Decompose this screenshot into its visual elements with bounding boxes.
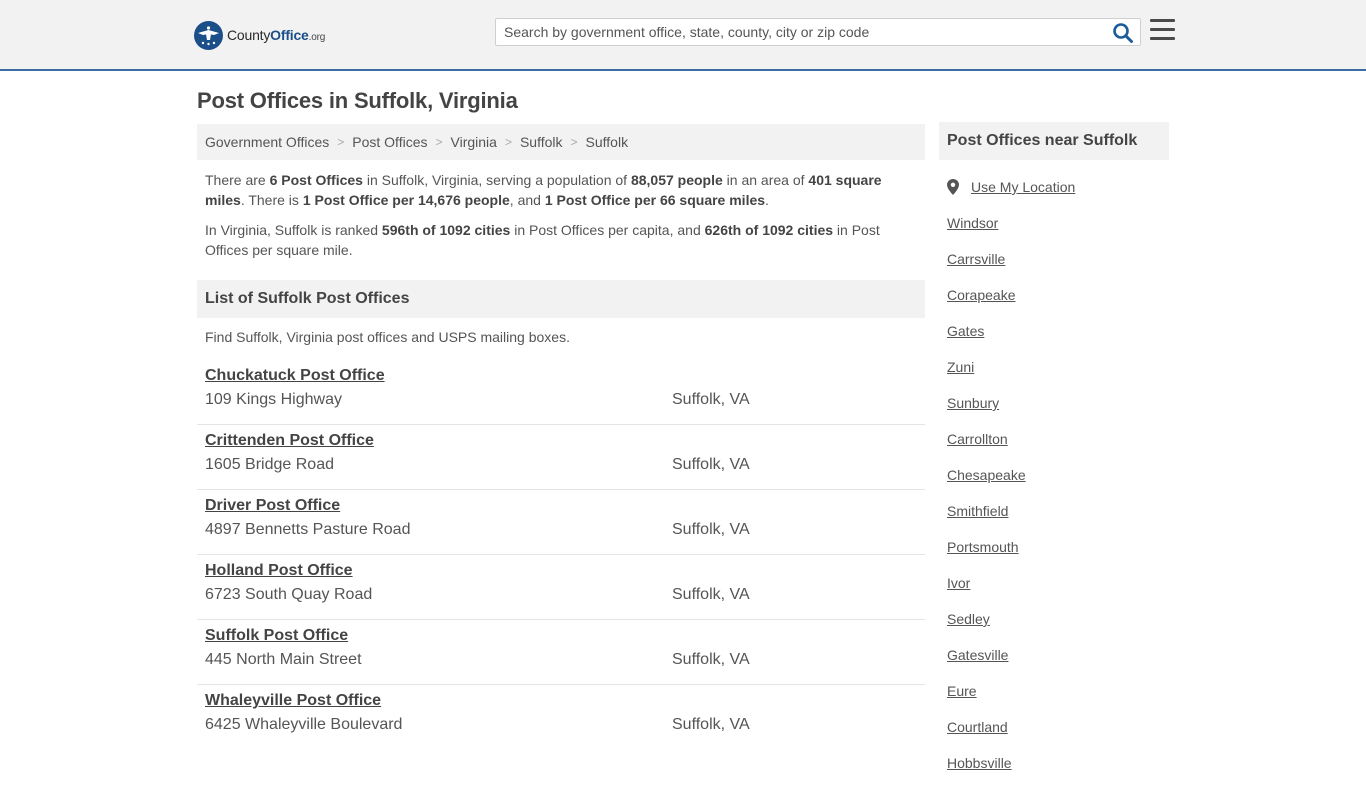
nearby-place-link[interactable]: Hobbsville bbox=[947, 749, 1167, 785]
intro-text-fragment: . bbox=[765, 192, 769, 208]
breadcrumb-separator: > bbox=[504, 135, 512, 149]
office-address: 6425 Whaleyville Boulevard bbox=[205, 716, 403, 733]
breadcrumb-virginia[interactable]: Virginia bbox=[451, 134, 497, 150]
list-item: Crittenden Post Office 1605 Bridge Road … bbox=[197, 425, 925, 490]
search-button[interactable] bbox=[1112, 22, 1134, 44]
intro-text-fragment: in Suffolk, Virginia, serving a populati… bbox=[362, 172, 631, 188]
stat-office-count: 6 Post Offices bbox=[269, 172, 363, 188]
nearby-place-link[interactable]: Smithfield bbox=[947, 497, 1167, 533]
office-address: 109 Kings Highway bbox=[205, 391, 342, 408]
office-name-link[interactable]: Whaleyville Post Office bbox=[205, 692, 381, 710]
logo-brand: County bbox=[227, 27, 271, 43]
post-office-list: Chuckatuck Post Office 109 Kings Highway… bbox=[197, 360, 925, 750]
breadcrumb-separator: > bbox=[435, 135, 443, 149]
logo-wordmark: CountyOffice.org bbox=[227, 27, 325, 43]
nearby-place-link[interactable]: Gates bbox=[947, 317, 1167, 353]
intro-stats-paragraph: There are 6 Post Offices in Suffolk, Vir… bbox=[205, 170, 905, 210]
nearby-place-link[interactable]: Ivor bbox=[947, 569, 1167, 605]
breadcrumb: Government Offices > Post Offices > Virg… bbox=[197, 124, 925, 160]
map-pin-icon bbox=[947, 179, 959, 195]
office-name-link[interactable]: Driver Post Office bbox=[205, 497, 340, 515]
intro-text-fragment: in Post Offices per capita, and bbox=[510, 222, 705, 238]
list-item: Whaleyville Post Office 6425 Whaleyville… bbox=[197, 685, 925, 750]
rank-per-area: 626th of 1092 cities bbox=[704, 222, 834, 238]
list-item: Holland Post Office 6723 South Quay Road… bbox=[197, 555, 925, 620]
office-city: Suffolk, VA bbox=[672, 716, 750, 733]
nearby-place-link[interactable]: Zuni bbox=[947, 353, 1167, 389]
search-input[interactable] bbox=[496, 19, 1106, 45]
office-address: 445 North Main Street bbox=[205, 651, 362, 668]
breadcrumb-suffolk-county[interactable]: Suffolk bbox=[520, 134, 563, 150]
nearby-place-link[interactable]: Chesapeake bbox=[947, 461, 1167, 497]
intro-text-fragment: . There is bbox=[240, 192, 303, 208]
list-item: Suffolk Post Office 445 North Main Stree… bbox=[197, 620, 925, 685]
list-item: Driver Post Office 4897 Bennetts Pasture… bbox=[197, 490, 925, 555]
intro-text-fragment: In Virginia, Suffolk is ranked bbox=[205, 222, 382, 238]
list-section-title: List of Suffolk Post Offices bbox=[197, 280, 925, 318]
search-icon bbox=[1113, 23, 1133, 43]
intro-text-fragment: There are bbox=[205, 172, 270, 188]
intro-text-fragment: in an area of bbox=[722, 172, 809, 188]
office-address: 1605 Bridge Road bbox=[205, 456, 334, 473]
sidebar-title: Post Offices near Suffolk bbox=[939, 122, 1169, 160]
office-address: 4897 Bennetts Pasture Road bbox=[205, 521, 411, 538]
office-name-link[interactable]: Chuckatuck Post Office bbox=[205, 367, 385, 385]
office-city: Suffolk, VA bbox=[672, 391, 750, 408]
logo-brand-bold: Office bbox=[270, 27, 309, 43]
page-title: Post Offices in Suffolk, Virginia bbox=[197, 88, 518, 113]
office-name-link[interactable]: Crittenden Post Office bbox=[205, 432, 374, 450]
office-city: Suffolk, VA bbox=[672, 521, 750, 538]
logo-tld: .org bbox=[308, 32, 326, 43]
breadcrumb-post-offices[interactable]: Post Offices bbox=[352, 134, 427, 150]
nearby-place-link[interactable]: Sedley bbox=[947, 605, 1167, 641]
breadcrumb-suffolk-city[interactable]: Suffolk bbox=[586, 134, 629, 150]
nearby-list: Use My Location Windsor Carrsville Corap… bbox=[947, 173, 1167, 785]
office-name-link[interactable]: Holland Post Office bbox=[205, 562, 353, 580]
rank-per-capita: 596th of 1092 cities bbox=[381, 222, 511, 238]
nearby-place-link[interactable]: Carrollton bbox=[947, 425, 1167, 461]
intro-text: There are 6 Post Offices in Suffolk, Vir… bbox=[205, 170, 905, 270]
eagle-seal-icon bbox=[194, 20, 223, 50]
hamburger-menu-icon[interactable] bbox=[1150, 19, 1175, 41]
use-my-location-link[interactable]: Use My Location bbox=[971, 179, 1075, 195]
nearby-place-link[interactable]: Eure bbox=[947, 677, 1167, 713]
office-city: Suffolk, VA bbox=[672, 586, 750, 603]
nearby-place-link[interactable]: Carrsville bbox=[947, 245, 1167, 281]
office-address: 6723 South Quay Road bbox=[205, 586, 373, 603]
use-location-row: Use My Location bbox=[947, 173, 1167, 201]
intro-text-fragment: , and bbox=[509, 192, 545, 208]
breadcrumb-separator: > bbox=[337, 135, 345, 149]
nearby-place-link[interactable]: Windsor bbox=[947, 209, 1167, 245]
stat-per-area: 1 Post Office per 66 square miles bbox=[544, 192, 766, 208]
office-city: Suffolk, VA bbox=[672, 456, 750, 473]
nearby-place-link[interactable]: Portsmouth bbox=[947, 533, 1167, 569]
office-name-link[interactable]: Suffolk Post Office bbox=[205, 627, 348, 645]
nearby-place-link[interactable]: Courtland bbox=[947, 713, 1167, 749]
nearby-place-link[interactable]: Sunbury bbox=[947, 389, 1167, 425]
stat-population: 88,057 people bbox=[630, 172, 723, 188]
search-box bbox=[495, 18, 1141, 46]
breadcrumb-separator: > bbox=[570, 135, 578, 149]
list-item: Chuckatuck Post Office 109 Kings Highway… bbox=[197, 360, 925, 425]
list-section-description: Find Suffolk, Virginia post offices and … bbox=[205, 329, 570, 345]
site-logo[interactable]: CountyOffice.org bbox=[194, 20, 325, 50]
office-city: Suffolk, VA bbox=[672, 651, 750, 668]
nearby-place-link[interactable]: Gatesville bbox=[947, 641, 1167, 677]
breadcrumb-government-offices[interactable]: Government Offices bbox=[205, 134, 329, 150]
intro-ranking-paragraph: In Virginia, Suffolk is ranked 596th of … bbox=[205, 220, 905, 260]
nearby-place-link[interactable]: Corapeake bbox=[947, 281, 1167, 317]
top-header: CountyOffice.org bbox=[0, 0, 1366, 71]
stat-per-people: 1 Post Office per 14,676 people bbox=[302, 192, 510, 208]
